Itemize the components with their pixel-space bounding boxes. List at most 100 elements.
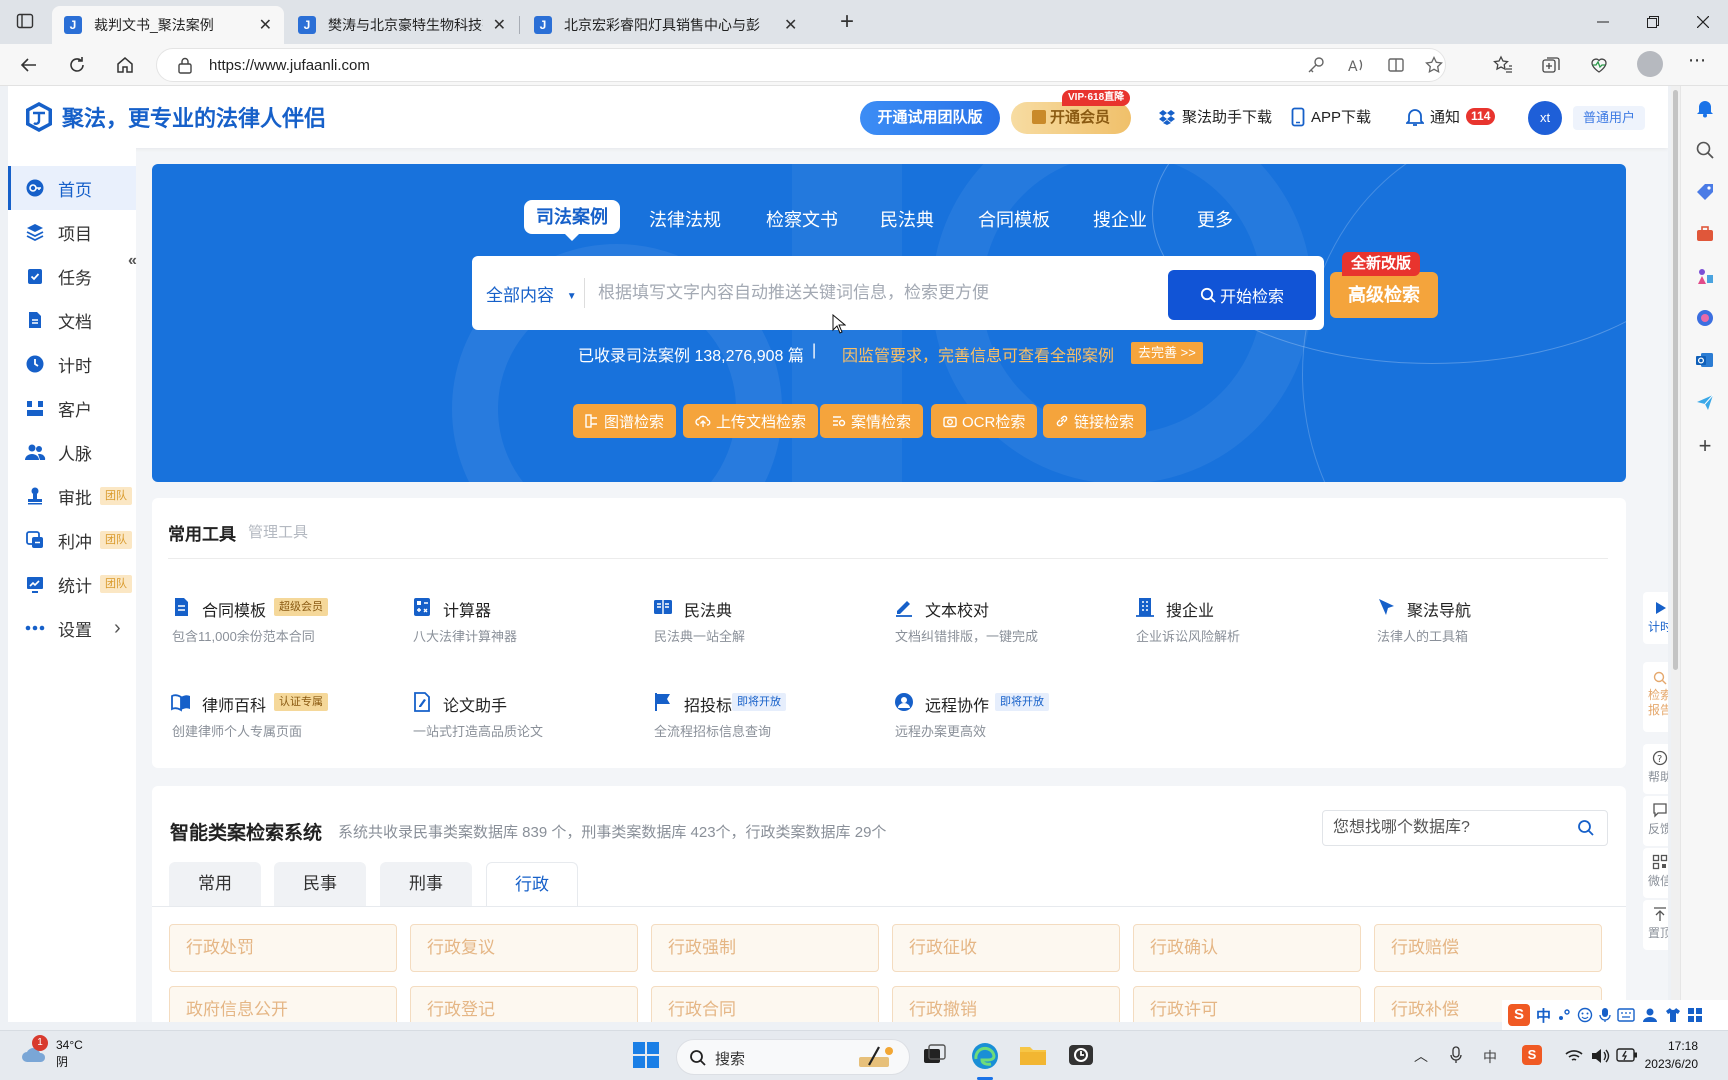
- volume-icon[interactable]: [1590, 1047, 1610, 1065]
- read-aloud-icon[interactable]: A: [1347, 56, 1367, 76]
- tool-remote-collaboration[interactable]: 远程协作 即将开放 远程办案更高效: [891, 691, 1121, 741]
- tab-civil[interactable]: 民事: [274, 862, 366, 906]
- sidebar-item-home[interactable]: 首页: [8, 166, 136, 210]
- upload-document-search-button[interactable]: 上传文档检索: [683, 404, 819, 438]
- user-avatar[interactable]: xt: [1528, 101, 1562, 135]
- tool-bidding[interactable]: 招投标 即将开放 全流程招标信息查询: [650, 691, 880, 741]
- close-tab-icon[interactable]: ✕: [784, 15, 797, 35]
- sidebar-item-client[interactable]: 客户: [8, 386, 136, 430]
- key-icon[interactable]: [1307, 56, 1327, 76]
- toolbox-grid-icon[interactable]: [1687, 1007, 1703, 1023]
- tool-text-proofreading[interactable]: 文本校对 文档纠错排版，一键完成: [891, 596, 1121, 646]
- ime-mode-label[interactable]: 中: [1536, 1005, 1551, 1026]
- tab-common[interactable]: 常用: [169, 862, 261, 906]
- games-icon[interactable]: [1695, 266, 1715, 286]
- favorites-icon[interactable]: [1493, 55, 1513, 75]
- category-chip[interactable]: 行政处罚: [169, 924, 397, 972]
- tab-criminal[interactable]: 刑事: [380, 862, 472, 906]
- link-search-button[interactable]: 链接检索: [1043, 404, 1147, 438]
- search-input[interactable]: [598, 272, 1118, 314]
- office-icon[interactable]: [1695, 308, 1715, 328]
- close-tab-icon[interactable]: ✕: [259, 15, 272, 35]
- sogou-ime-icon[interactable]: S: [1508, 1004, 1530, 1026]
- outlook-icon[interactable]: [1695, 350, 1715, 370]
- tools-briefcase-icon[interactable]: [1695, 224, 1715, 244]
- sidebar-item-project[interactable]: 项目: [8, 210, 136, 254]
- tool-calculator[interactable]: 计算器 八大法律计算神器: [409, 596, 639, 646]
- add-sidebar-icon[interactable]: +: [1695, 435, 1715, 457]
- microphone-icon[interactable]: [1599, 1007, 1611, 1023]
- wifi-icon[interactable]: [1564, 1048, 1584, 1064]
- user-ime-icon[interactable]: [1641, 1007, 1659, 1023]
- tab-contract-templates[interactable]: 合同模板: [978, 206, 1050, 232]
- user-type-badge[interactable]: 普通用户: [1573, 106, 1646, 130]
- performance-icon[interactable]: [1589, 55, 1609, 75]
- sidebar-item-statistics[interactable]: 统计 团队: [8, 562, 136, 606]
- taskbar-search[interactable]: 搜索: [676, 1039, 910, 1075]
- back-icon[interactable]: [14, 50, 44, 80]
- tab-more[interactable]: 更多: [1197, 206, 1233, 232]
- assistant-download-link[interactable]: 聚法助手下载: [1158, 106, 1272, 127]
- search-icon[interactable]: [1577, 819, 1595, 837]
- tab-procuratorate-docs[interactable]: 检察文书: [766, 206, 838, 232]
- restore-icon[interactable]: [1630, 0, 1676, 44]
- app-tray-icon[interactable]: [1066, 1041, 1096, 1071]
- category-chip[interactable]: 行政确认: [1133, 924, 1361, 972]
- browser-tab-1[interactable]: J 裁判文书_聚法案例 ✕: [52, 6, 284, 44]
- float-timer[interactable]: 计时: [1643, 592, 1668, 644]
- sidebar-item-approval[interactable]: 审批 团队: [8, 474, 136, 518]
- tool-contract-templates[interactable]: 合同模板 超级会员 包含11,000余份范本合同: [168, 596, 398, 646]
- float-search-report[interactable]: 检索报告: [1643, 662, 1668, 732]
- category-chip[interactable]: 行政强制: [651, 924, 879, 972]
- browser-tab-3[interactable]: J 北京宏彩睿阳灯具销售中心与彭 ✕: [522, 6, 822, 44]
- home-browser-icon[interactable]: [110, 50, 140, 80]
- tool-civil-code[interactable]: 民法典 民法典一站全解: [650, 596, 880, 646]
- category-chip[interactable]: 行政复议: [410, 924, 638, 972]
- ocr-search-button[interactable]: OCR检索: [931, 404, 1038, 438]
- notification-link[interactable]: 通知 114: [1406, 106, 1496, 127]
- sidebar-item-contacts[interactable]: 人脉: [8, 430, 136, 474]
- start-search-button[interactable]: 开始检索: [1168, 270, 1316, 320]
- profile-avatar-icon[interactable]: [1637, 51, 1663, 77]
- site-logo[interactable]: 聚法，更专业的法律人伴侣: [24, 101, 326, 133]
- show-hidden-icons[interactable]: ︿: [1414, 1046, 1428, 1066]
- browser-tab-2[interactable]: J 樊涛与北京豪特生物科技有限公司 ✕: [286, 6, 518, 44]
- category-chip[interactable]: 政府信息公开: [169, 986, 397, 1022]
- battery-icon[interactable]: [1616, 1048, 1638, 1062]
- favorite-star-icon[interactable]: [1425, 56, 1445, 76]
- edge-browser-icon[interactable]: [970, 1041, 1000, 1071]
- split-screen-icon[interactable]: [1387, 56, 1407, 76]
- vip-button[interactable]: 开通会员: [1011, 102, 1131, 134]
- url-field[interactable]: https://www.jufaanli.com A: [156, 48, 1446, 82]
- sidebar-item-conflict[interactable]: 利冲 团队: [8, 518, 136, 562]
- manage-tools-link[interactable]: 管理工具: [248, 521, 308, 542]
- scrollbar-thumb[interactable]: [1673, 90, 1678, 670]
- tab-laws[interactable]: 法律法规: [649, 206, 721, 232]
- send-icon[interactable]: [1695, 392, 1715, 412]
- sidebar-item-document[interactable]: 文档: [8, 298, 136, 342]
- complete-info-button[interactable]: 去完善 >>: [1131, 342, 1203, 364]
- search-sidebar-icon[interactable]: [1695, 140, 1715, 160]
- category-select[interactable]: 全部内容 ▼: [486, 281, 577, 306]
- category-chip[interactable]: 行政许可: [1133, 986, 1361, 1022]
- category-chip[interactable]: 行政登记: [410, 986, 638, 1022]
- graph-search-button[interactable]: 图谱检索: [573, 404, 677, 438]
- keyboard-icon[interactable]: [1617, 1008, 1635, 1022]
- tab-judicial-cases[interactable]: 司法案例: [524, 200, 620, 241]
- sidebar-item-settings[interactable]: 设置 ›: [8, 606, 136, 650]
- tab-enterprise-search[interactable]: 搜企业: [1093, 206, 1147, 232]
- float-help[interactable]: ? 帮助: [1643, 744, 1668, 794]
- case-facts-search-button[interactable]: 案情检索: [820, 404, 924, 438]
- category-chip[interactable]: 行政撤销: [892, 986, 1120, 1022]
- tab-administrative[interactable]: 行政: [486, 862, 578, 906]
- task-view-icon[interactable]: [920, 1041, 950, 1071]
- more-menu-icon[interactable]: ⋯: [1688, 50, 1708, 70]
- weather-widget[interactable]: 1 34°C 阴: [20, 1035, 83, 1071]
- sidebar-item-task[interactable]: 任务: [8, 254, 136, 298]
- float-feedback[interactable]: 反馈: [1643, 796, 1668, 846]
- ime-tray-icon[interactable]: 中: [1482, 1047, 1500, 1065]
- category-chip[interactable]: 行政合同: [651, 986, 879, 1022]
- system-clock[interactable]: 17:18 2023/6/20: [1645, 1037, 1698, 1073]
- tab-civil-code[interactable]: 民法典: [880, 206, 934, 232]
- shirt-skin-icon[interactable]: [1665, 1007, 1681, 1023]
